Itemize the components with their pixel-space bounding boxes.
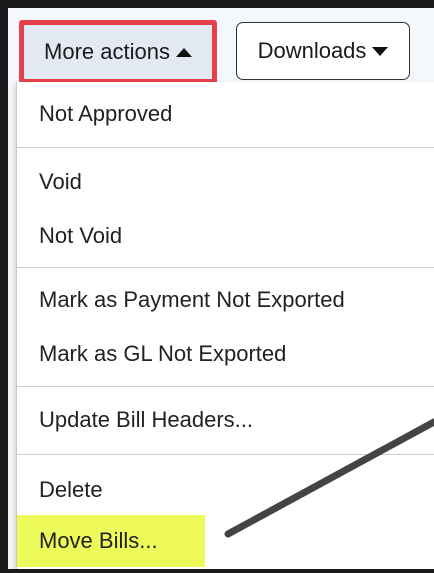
- frame-border-bottom: [0, 569, 434, 573]
- menu-item-mark-payment-not-exported[interactable]: Mark as Payment Not Exported: [17, 280, 345, 320]
- menu-divider: [17, 454, 434, 455]
- menu-item-label: Update Bill Headers...: [39, 407, 253, 432]
- menu-item-not-void[interactable]: Not Void: [17, 216, 122, 256]
- downloads-button[interactable]: Downloads: [236, 22, 410, 80]
- menu-item-label: Delete: [39, 477, 103, 502]
- more-actions-dropdown-menu: Not Approved Void Not Void Mark as Payme…: [16, 82, 434, 573]
- menu-item-label: Void: [39, 169, 82, 194]
- menu-item-update-bill-headers[interactable]: Update Bill Headers...: [17, 400, 253, 440]
- frame-border-left: [0, 0, 8, 573]
- more-actions-button[interactable]: More actions: [19, 20, 217, 84]
- menu-item-label: Move Bills...: [39, 528, 158, 553]
- menu-item-void[interactable]: Void: [17, 162, 82, 202]
- menu-item-mark-gl-not-exported[interactable]: Mark as GL Not Exported: [17, 334, 286, 374]
- actions-toolbar: More actions Downloads: [8, 8, 434, 88]
- more-actions-label: More actions: [44, 39, 170, 64]
- downloads-label: Downloads: [257, 38, 367, 63]
- menu-item-label: Mark as GL Not Exported: [39, 341, 287, 366]
- menu-divider: [17, 386, 434, 387]
- caret-up-icon: [175, 47, 192, 57]
- frame-border-top: [0, 0, 434, 8]
- menu-item-not-approved[interactable]: Not Approved: [17, 94, 172, 134]
- menu-divider: [17, 147, 434, 148]
- menu-item-label: Not Approved: [39, 101, 173, 126]
- menu-item-delete[interactable]: Delete: [17, 470, 103, 510]
- menu-item-label: Not Void: [39, 223, 123, 248]
- app-frame: More actions Downloads Not Approved Void…: [0, 0, 434, 573]
- menu-item-move-bills[interactable]: Move Bills...: [17, 515, 205, 567]
- menu-item-label: Mark as Payment Not Exported: [39, 287, 345, 312]
- caret-down-icon: [372, 46, 389, 56]
- menu-divider: [17, 267, 434, 268]
